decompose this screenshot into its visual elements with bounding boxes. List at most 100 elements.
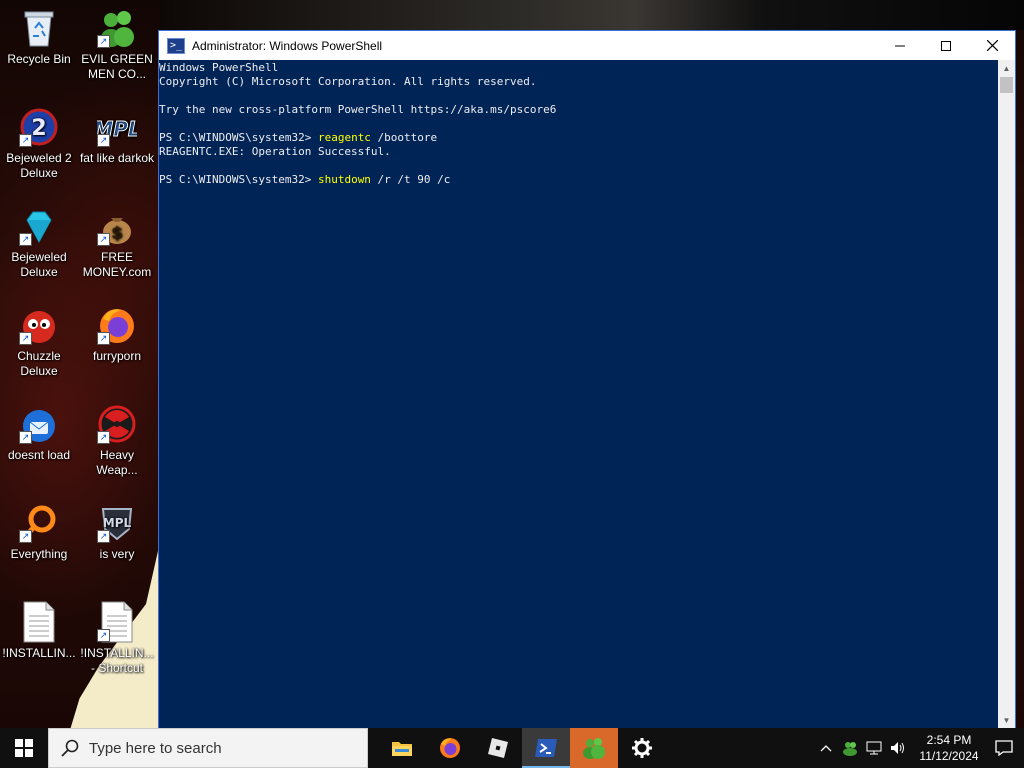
window-title: Administrator: Windows PowerShell (192, 38, 383, 53)
console-prompt: PS C:\WINDOWS\system32> (159, 131, 318, 144)
start-button[interactable] (0, 728, 48, 768)
shortcut-arrow-icon: ↗ (19, 332, 32, 345)
system-tray: 2:54 PM 11/12/2024 (814, 728, 1024, 768)
notification-icon (995, 740, 1013, 756)
gear-icon (632, 738, 652, 758)
roblox-icon (488, 738, 508, 758)
taskbar-settings[interactable] (618, 728, 666, 768)
mpl-shield-icon: MPL ↗ (97, 503, 137, 543)
search-placeholder: Type here to search (89, 739, 222, 757)
firefox-icon: ↗ (97, 305, 137, 345)
desktop-icon-heavy-weapon[interactable]: ↗ Heavy Weap... (78, 404, 156, 478)
shortcut-arrow-icon: ↗ (19, 530, 32, 543)
network-icon[interactable] (862, 728, 886, 768)
shortcut-arrow-icon: ↗ (97, 629, 110, 642)
text-file-icon: ↗ (97, 601, 137, 643)
svg-text:$: $ (111, 223, 122, 242)
vertical-scrollbar[interactable]: ▲ ▼ (998, 60, 1015, 729)
console-line: Windows PowerShell (159, 61, 279, 74)
volume-icon[interactable] (886, 728, 910, 768)
chuzzle-icon: ↗ (19, 305, 59, 345)
window-controls (877, 31, 1015, 60)
desktop-icon-evil-green-men[interactable]: ↗ EVIL GREEN MEN CO... (78, 8, 156, 82)
desktop-icon-label: doesnt load (7, 448, 71, 462)
desktop-icon-installing[interactable]: !INSTALLIN... (0, 601, 78, 661)
shortcut-arrow-icon: ↗ (97, 431, 110, 444)
svg-text:MPL: MPL (103, 516, 132, 530)
console-command: shutdown (317, 173, 371, 186)
taskbar-clock[interactable]: 2:54 PM 11/12/2024 (914, 732, 984, 764)
shortcut-arrow-icon: ↗ (97, 233, 110, 246)
desktop-icon-label: EVIL GREEN MEN CO... (81, 52, 153, 81)
text-file-icon (19, 601, 59, 643)
action-center-button[interactable] (984, 728, 1024, 768)
desktop-icon-doesnt-load[interactable]: ↗ doesnt load (0, 404, 78, 463)
green-men-icon (583, 738, 605, 759)
scroll-thumb[interactable] (1000, 77, 1013, 93)
green-men-icon: ↗ (97, 8, 137, 48)
desktop-icon-recycle-bin[interactable]: Recycle Bin (0, 8, 78, 67)
desktop-icon-label: Bejeweled Deluxe (11, 250, 67, 279)
close-icon (986, 40, 998, 51)
close-button[interactable] (969, 31, 1015, 60)
scroll-up-arrow-icon[interactable]: ▲ (998, 60, 1015, 77)
desktop-icon-free-money[interactable]: $ ↗ FREE MONEY.com (78, 206, 156, 280)
show-hidden-icons-chevron-up-icon[interactable] (814, 728, 838, 768)
console-command-line: PS C:\WINDOWS\system32> reagentc /bootto… (159, 131, 999, 145)
desktop-icon-installing-shortcut[interactable]: ↗ !INSTALLIN... - Shortcut (78, 601, 156, 676)
green-men-tray-icon[interactable] (838, 728, 862, 768)
bejeweled-2-icon: 2 ↗ (19, 107, 59, 147)
taskbar-green-men[interactable] (570, 728, 618, 768)
scroll-down-arrow-icon[interactable]: ▼ (998, 712, 1015, 729)
desktop-icon-furryporn[interactable]: ↗ furryporn (78, 305, 156, 364)
firefox-icon (440, 738, 460, 758)
window-titlebar[interactable]: >_ Administrator: Windows PowerShell (159, 31, 1015, 60)
desktop-icon-label: Recycle Bin (7, 52, 71, 66)
console-args: /boottore (370, 131, 438, 144)
clock-date: 11/12/2024 (919, 749, 979, 763)
desktop-icon-bejeweled[interactable]: ↗ Bejeweled Deluxe (0, 206, 78, 280)
windows-logo-icon (15, 739, 33, 757)
desktop-icon-label: Bejeweled 2 Deluxe (6, 151, 72, 180)
powershell-icon: >_ (167, 37, 185, 54)
diamond-icon: ↗ (19, 206, 59, 246)
desktop-icon-label: !INSTALLIN... - Shortcut (80, 646, 154, 675)
desktop-icon-label: furryporn (92, 349, 142, 363)
radiation-icon: ↗ (97, 404, 137, 444)
taskbar-search-box[interactable]: Type here to search (48, 728, 368, 768)
maximize-icon (941, 40, 951, 51)
taskbar-file-explorer[interactable] (378, 728, 426, 768)
search-icon (61, 738, 81, 758)
desktop-icon-label: is very (99, 547, 135, 561)
taskbar-firefox[interactable] (426, 728, 474, 768)
console-line: Try the new cross-platform PowerShell ht… (159, 103, 557, 116)
svg-text:2: 2 (31, 116, 46, 141)
powershell-window[interactable]: >_ Administrator: Windows PowerShell Win… (158, 30, 1016, 730)
everything-search-icon: ↗ (19, 503, 59, 543)
taskbar-roblox[interactable] (474, 728, 522, 768)
console-output[interactable]: Windows PowerShell Copyright (C) Microso… (159, 60, 999, 729)
shortcut-arrow-icon: ↗ (97, 134, 110, 147)
taskbar: Type here to search 2:54 PM 11/12/2024 (0, 728, 1024, 768)
clock-time: 2:54 PM (926, 733, 972, 747)
minimize-icon (895, 45, 905, 46)
desktop-icon-label: Chuzzle Deluxe (17, 349, 61, 378)
recycle-bin-icon (19, 8, 59, 48)
desktop-icon-chuzzle[interactable]: ↗ Chuzzle Deluxe (0, 305, 78, 379)
desktop-icon-is-very[interactable]: MPL ↗ is very (78, 503, 156, 562)
desktop-icon-fat-like-darkok[interactable]: MPL ↗ fat like darkok (78, 107, 156, 166)
desktop-icon-everything[interactable]: ↗ Everything (0, 503, 78, 562)
desktop-icon-label: FREE MONEY.com (82, 250, 152, 279)
desktop-icon-label: Everything (10, 547, 68, 561)
money-bag-icon: $ ↗ (97, 206, 137, 246)
shortcut-arrow-icon: ↗ (97, 35, 110, 48)
desktop-icon-bejeweled-2[interactable]: 2 ↗ Bejeweled 2 Deluxe (0, 107, 78, 181)
minimize-button[interactable] (877, 31, 923, 60)
console-line: Copyright (C) Microsoft Corporation. All… (159, 75, 537, 88)
taskbar-powershell[interactable] (522, 728, 570, 768)
maximize-button[interactable] (923, 31, 969, 60)
mpl-logo-icon: MPL ↗ (97, 107, 137, 147)
